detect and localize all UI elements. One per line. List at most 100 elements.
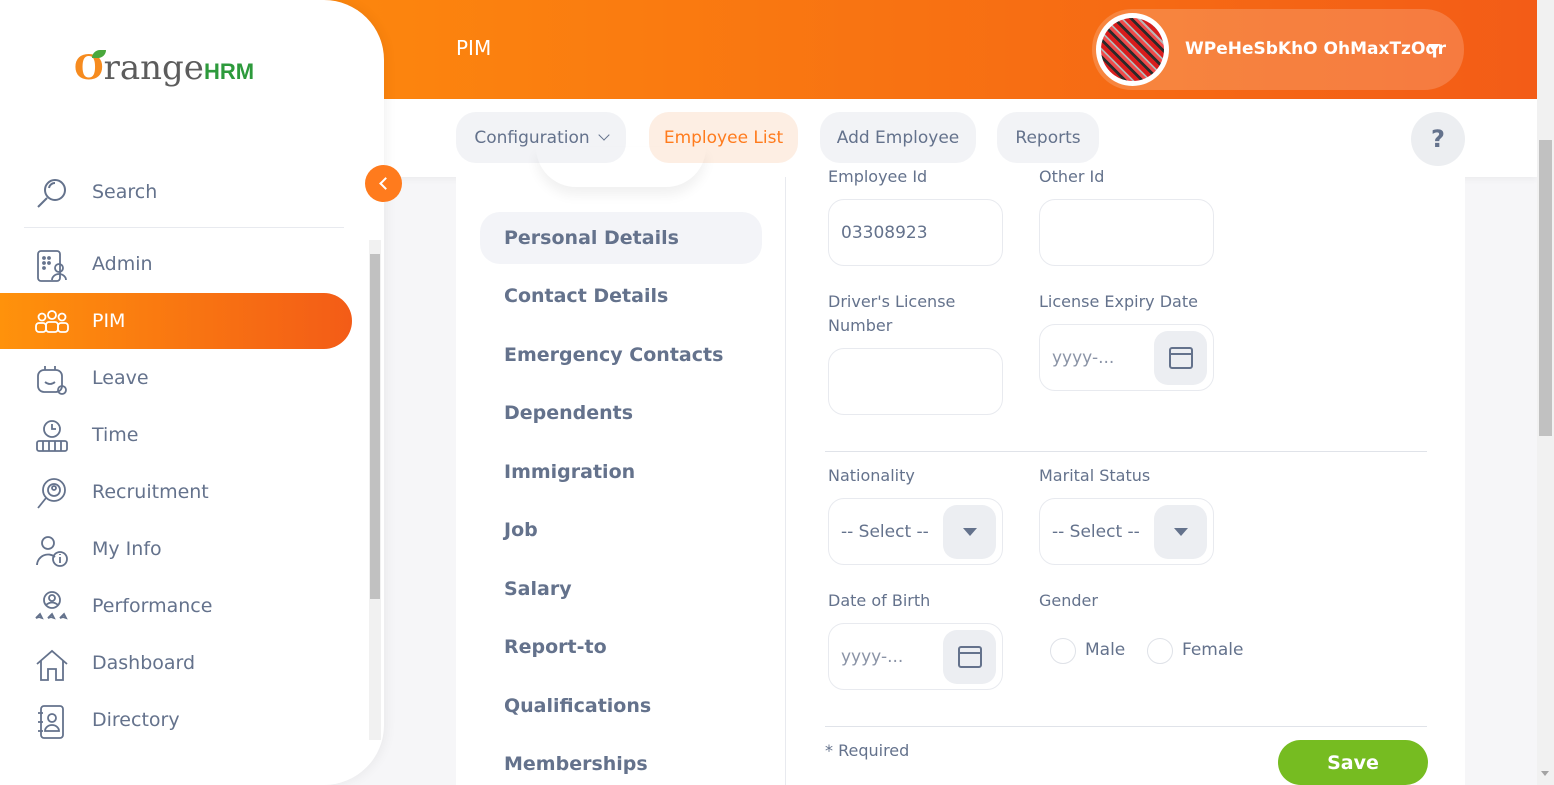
save-button[interactable]: Save <box>1278 740 1428 785</box>
drivers-license-field[interactable] <box>828 348 1003 415</box>
gender-label: Gender <box>1039 591 1098 610</box>
sidebar-item-label: My Info <box>92 538 162 560</box>
sidebar-item-label: PIM <box>92 310 126 332</box>
sidebar-item-label: Directory <box>92 709 180 731</box>
sidebar-item-label: Time <box>92 424 139 446</box>
sidebar-item-my-info[interactable]: My Info <box>0 521 352 577</box>
nav-reports[interactable]: Reports <box>997 112 1099 163</box>
leave-icon <box>37 366 67 395</box>
admin-icon <box>37 250 67 282</box>
dob-calendar-button[interactable] <box>943 630 996 684</box>
page-scrollbar[interactable] <box>1537 0 1554 785</box>
recruitment-icon <box>37 478 66 509</box>
dob-placeholder: yyyy-... <box>841 646 904 667</box>
personal-details-form: Employee Id Other Id 03308923 Driver's L… <box>787 167 1465 785</box>
marital-status-select[interactable]: -- Select -- <box>1039 498 1214 565</box>
other-id-field[interactable] <box>1039 199 1214 266</box>
profile-picture-shadow <box>536 147 706 187</box>
license-expiry-field[interactable]: yyyy-... <box>1039 324 1214 391</box>
license-expiry-label: License Expiry Date <box>1039 292 1198 311</box>
sidebar-item-label: Leave <box>92 367 149 389</box>
sidebar-item-label: Dashboard <box>92 652 196 674</box>
tab-memberships[interactable]: Memberships <box>480 738 762 785</box>
nationality-value: -- Select -- <box>841 521 929 542</box>
tab-contact-details[interactable]: Contact Details <box>480 270 762 322</box>
user-name[interactable]: WPeHeSbKhO OhMaxTzOqr <box>1185 39 1446 59</box>
employee-id-field[interactable]: 03308923 <box>828 199 1003 266</box>
nationality-label: Nationality <box>828 466 915 485</box>
tab-immigration[interactable]: Immigration <box>480 446 762 498</box>
dob-label: Date of Birth <box>828 591 931 610</box>
chevron-down-icon <box>597 129 610 141</box>
sidebar: OrangeHRM Search Admin PIM Leave Time Re… <box>0 0 384 785</box>
sidebar-item-directory[interactable]: Directory <box>0 692 352 748</box>
gender-male-radio[interactable] <box>1050 638 1076 664</box>
nav-reports-label: Reports <box>1015 127 1081 148</box>
sidebar-item-pim[interactable]: PIM <box>0 293 352 349</box>
sidebar-item-time[interactable]: Time <box>0 407 352 463</box>
chevron-left-icon <box>379 177 392 190</box>
sidebar-item-performance[interactable]: Performance <box>0 578 352 634</box>
my-info-icon <box>36 536 68 567</box>
performance-icon <box>35 591 68 620</box>
scroll-down-arrow-icon[interactable] <box>1541 771 1549 776</box>
nav-add-employee-label: Add Employee <box>836 127 960 148</box>
nationality-dropdown-button[interactable] <box>943 505 996 559</box>
sidebar-item-label: Performance <box>92 595 213 617</box>
tab-qualifications[interactable]: Qualifications <box>480 680 762 732</box>
nationality-select[interactable]: -- Select -- <box>828 498 1003 565</box>
sidebar-search-label: Search <box>92 181 158 203</box>
tab-job[interactable]: Job <box>480 504 762 556</box>
marital-status-value: -- Select -- <box>1052 521 1140 542</box>
caret-down-icon <box>1173 528 1188 536</box>
sidebar-item-label: Admin <box>92 253 153 275</box>
marital-status-label: Marital Status <box>1039 466 1151 485</box>
required-note: * Required <box>825 741 910 760</box>
caret-down-icon[interactable] <box>1428 44 1440 52</box>
license-expiry-placeholder: yyyy-... <box>1052 347 1115 368</box>
orangehrm-logo: OrangeHRM <box>74 48 255 88</box>
nav-add-employee[interactable]: Add Employee <box>820 112 976 163</box>
tab-emergency-contacts[interactable]: Emergency Contacts <box>480 329 762 381</box>
dashboard-icon <box>36 649 68 681</box>
sidebar-collapse-button[interactable] <box>365 165 402 202</box>
tab-list: Personal Details Contact Details Emergen… <box>456 177 786 785</box>
time-icon <box>36 420 68 452</box>
help-button[interactable]: ? <box>1411 112 1465 166</box>
search-icon <box>37 179 66 208</box>
tab-dependents[interactable]: Dependents <box>480 387 762 439</box>
sidebar-item-dashboard[interactable]: Dashboard <box>0 635 352 691</box>
employee-details-card: Personal Details Contact Details Emergen… <box>456 167 1465 785</box>
pim-icon <box>35 310 69 333</box>
sidebar-search[interactable]: Search <box>0 164 352 220</box>
avatar[interactable] <box>1096 13 1169 86</box>
drivers-license-label: Driver's License Number <box>828 292 956 335</box>
sidebar-divider <box>24 227 344 228</box>
divider <box>825 726 1427 727</box>
directory-icon <box>38 705 64 739</box>
employee-id-value: 03308923 <box>841 222 928 243</box>
sidebar-item-recruitment[interactable]: Recruitment <box>0 464 352 520</box>
gender-male-label[interactable]: Male <box>1085 640 1125 660</box>
dob-field[interactable]: yyyy-... <box>828 623 1003 690</box>
calendar-icon <box>1168 347 1193 369</box>
caret-down-icon <box>962 528 977 536</box>
nav-configuration-label: Configuration <box>474 127 590 148</box>
tab-report-to[interactable]: Report-to <box>480 621 762 673</box>
sidebar-scrollbar[interactable] <box>369 240 381 740</box>
user-dropdown[interactable]: WPeHeSbKhO OhMaxTzOqr <box>1092 9 1464 90</box>
calendar-icon <box>957 646 982 668</box>
gender-female-label[interactable]: Female <box>1182 640 1243 660</box>
sidebar-item-leave[interactable]: Leave <box>0 350 352 406</box>
nav-employee-list-label: Employee List <box>663 127 784 148</box>
other-id-label: Other Id <box>1039 167 1105 186</box>
sidebar-item-admin[interactable]: Admin <box>0 236 352 292</box>
divider <box>825 451 1427 452</box>
gender-female-radio[interactable] <box>1147 638 1173 664</box>
license-expiry-calendar-button[interactable] <box>1154 331 1207 385</box>
module-title: PIM <box>456 36 492 60</box>
tab-salary[interactable]: Salary <box>480 563 762 615</box>
sidebar-item-label: Recruitment <box>92 481 209 503</box>
marital-status-dropdown-button[interactable] <box>1154 505 1207 559</box>
tab-personal-details[interactable]: Personal Details <box>480 212 762 264</box>
